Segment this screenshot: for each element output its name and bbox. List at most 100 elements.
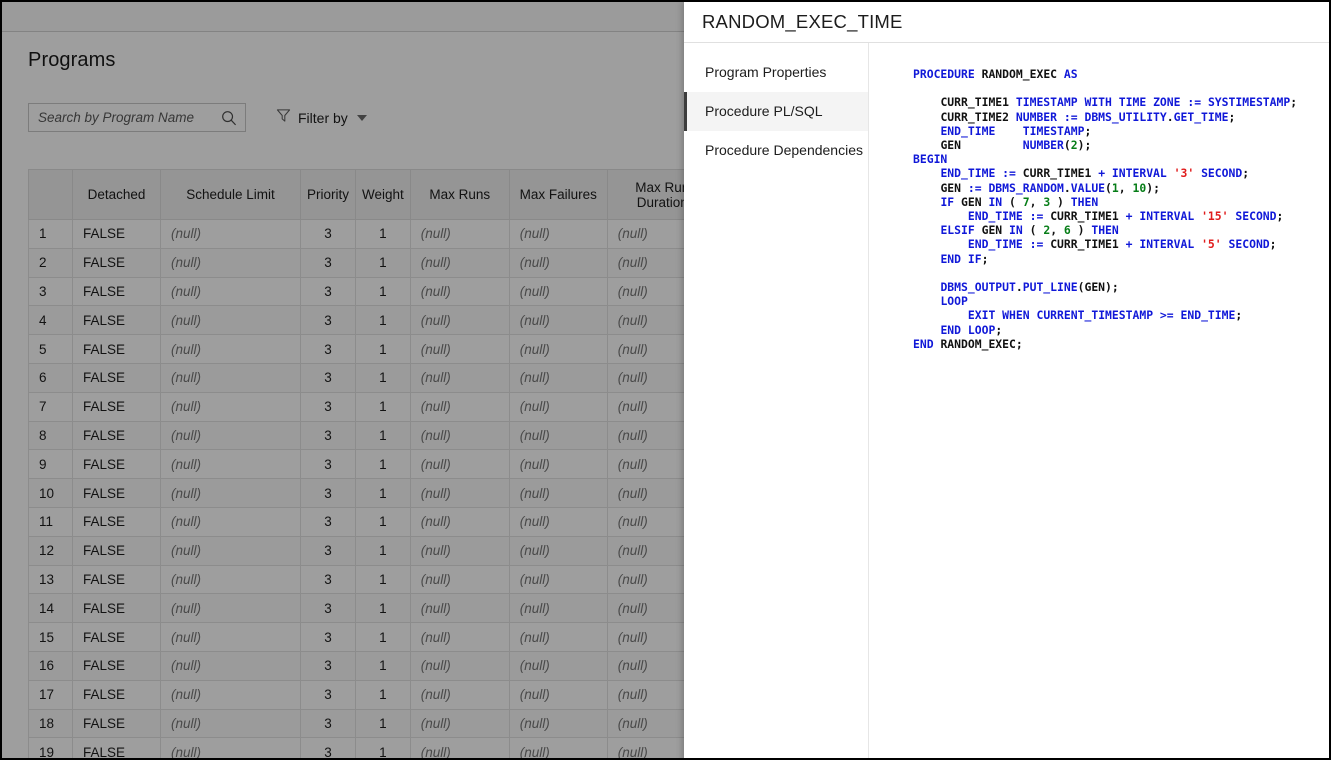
cell-max-failures: (null) [509,623,607,652]
cell-weight: 1 [356,248,411,277]
panel-nav-item-label: Procedure PL/SQL [705,103,823,119]
col-header-detached[interactable]: Detached [73,170,161,220]
cell-schedule-limit: (null) [161,651,301,680]
programs-toolbar: Filter by [28,103,367,132]
cell-max-runs: (null) [410,450,509,479]
cell-detached: FALSE [73,623,161,652]
cell-max-failures: (null) [509,536,607,565]
panel-nav-item-label: Program Properties [705,64,826,80]
cell-schedule-limit: (null) [161,536,301,565]
cell-weight: 1 [356,594,411,623]
cell-detached: FALSE [73,479,161,508]
cell-detached: FALSE [73,536,161,565]
chevron-down-icon [357,115,367,121]
cell-weight: 1 [356,507,411,536]
cell-detached: FALSE [73,421,161,450]
cell-row-index: 15 [29,623,73,652]
cell-schedule-limit: (null) [161,738,301,760]
cell-detached: FALSE [73,306,161,335]
cell-max-runs: (null) [410,594,509,623]
col-header-max-runs[interactable]: Max Runs [410,170,509,220]
cell-max-failures: (null) [509,594,607,623]
search-icon [221,110,237,126]
cell-weight: 1 [356,277,411,306]
cell-detached: FALSE [73,738,161,760]
panel-nav-item-procedure-dependencies[interactable]: Procedure Dependencies [684,131,868,170]
page-title: Programs [28,49,116,72]
cell-max-failures: (null) [509,277,607,306]
cell-max-failures: (null) [509,306,607,335]
cell-weight: 1 [356,363,411,392]
cell-priority: 3 [301,421,356,450]
cell-priority: 3 [301,507,356,536]
panel-body: Program Properties Procedure PL/SQL Proced… [684,43,1331,760]
cell-schedule-limit: (null) [161,306,301,335]
panel-main: PROCEDURE RANDOM_EXEC AS CURR_TIME1 TIME… [869,43,1331,760]
cell-weight: 1 [356,680,411,709]
cell-schedule-limit: (null) [161,248,301,277]
cell-row-index: 3 [29,277,73,306]
cell-priority: 3 [301,248,356,277]
cell-weight: 1 [356,565,411,594]
cell-max-runs: (null) [410,421,509,450]
filter-by-dropdown[interactable]: Filter by [276,108,367,128]
col-header-schedule-limit[interactable]: Schedule Limit [161,170,301,220]
cell-schedule-limit: (null) [161,680,301,709]
cell-max-runs: (null) [410,363,509,392]
cell-row-index: 19 [29,738,73,760]
cell-detached: FALSE [73,565,161,594]
cell-weight: 1 [356,335,411,364]
cell-max-runs: (null) [410,248,509,277]
col-header-priority[interactable]: Priority [301,170,356,220]
cell-schedule-limit: (null) [161,594,301,623]
panel-nav-item-procedure-pl-sql[interactable]: Procedure PL/SQL [684,92,868,131]
cell-weight: 1 [356,479,411,508]
cell-schedule-limit: (null) [161,220,301,249]
cell-priority: 3 [301,479,356,508]
cell-weight: 1 [356,306,411,335]
cell-row-index: 7 [29,392,73,421]
panel-nav-item-label: Procedure Dependencies [705,142,863,158]
cell-max-failures: (null) [509,565,607,594]
cell-priority: 3 [301,220,356,249]
cell-detached: FALSE [73,651,161,680]
cell-max-runs: (null) [410,565,509,594]
cell-max-failures: (null) [509,680,607,709]
cell-detached: FALSE [73,594,161,623]
cell-priority: 3 [301,335,356,364]
cell-detached: FALSE [73,507,161,536]
cell-weight: 1 [356,738,411,760]
cell-row-index: 10 [29,479,73,508]
cell-row-index: 17 [29,680,73,709]
cell-row-index: 5 [29,335,73,364]
cell-detached: FALSE [73,363,161,392]
cell-weight: 1 [356,651,411,680]
cell-max-failures: (null) [509,479,607,508]
col-header-rownum[interactable] [29,170,73,220]
cell-schedule-limit: (null) [161,507,301,536]
cell-row-index: 6 [29,363,73,392]
cell-detached: FALSE [73,220,161,249]
cell-max-runs: (null) [410,709,509,738]
cell-max-runs: (null) [410,651,509,680]
search-input[interactable] [29,103,220,132]
cell-row-index: 16 [29,651,73,680]
cell-weight: 1 [356,392,411,421]
cell-schedule-limit: (null) [161,421,301,450]
cell-row-index: 4 [29,306,73,335]
cell-max-failures: (null) [509,651,607,680]
cell-priority: 3 [301,450,356,479]
cell-weight: 1 [356,623,411,652]
cell-max-runs: (null) [410,479,509,508]
cell-max-failures: (null) [509,421,607,450]
filter-by-label: Filter by [298,110,348,126]
col-header-weight[interactable]: Weight [356,170,411,220]
cell-detached: FALSE [73,248,161,277]
cell-max-failures: (null) [509,709,607,738]
search-box[interactable] [28,103,246,132]
cell-weight: 1 [356,709,411,738]
col-header-max-failures[interactable]: Max Failures [509,170,607,220]
panel-nav-item-program-properties[interactable]: Program Properties [684,53,868,92]
cell-detached: FALSE [73,335,161,364]
cell-row-index: 2 [29,248,73,277]
